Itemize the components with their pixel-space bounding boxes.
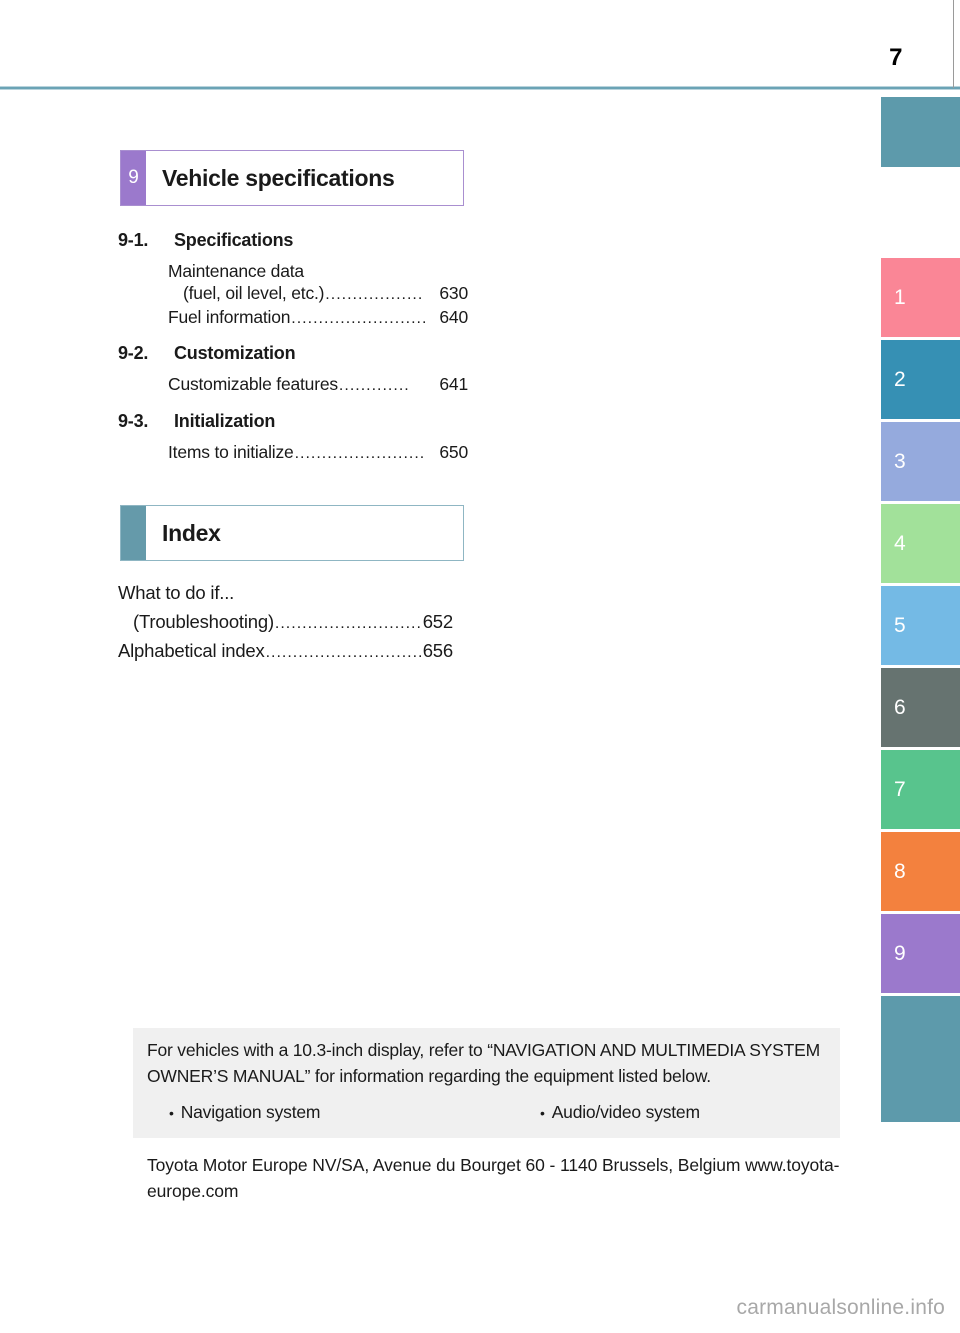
toc-section-heading[interactable]: 9-1. Specifications xyxy=(118,230,468,251)
toc-section-title: Specifications xyxy=(174,230,294,250)
entry-title: (Troubleshooting) xyxy=(133,611,274,632)
chapter-tab-7[interactable]: 7 xyxy=(881,750,960,829)
chapter-tab-6[interactable]: 6 xyxy=(881,668,960,747)
page-number: 7 xyxy=(889,44,902,71)
toc-entry[interactable]: Fuel information........................… xyxy=(168,306,468,329)
chapter-tab-label: 6 xyxy=(894,695,906,719)
table-of-contents: 9-1. Specifications Maintenance data (fuel,… xyxy=(118,230,468,464)
dot-leader: ......................... xyxy=(291,309,428,327)
index-entry[interactable]: Alphabetical index......................… xyxy=(118,640,453,662)
site-watermark: carmanualsonline.info xyxy=(736,1296,945,1319)
index-entry[interactable]: What to do if... xyxy=(118,582,453,604)
chapter-number-badge xyxy=(121,506,146,560)
dot-leader: ............. xyxy=(338,377,410,395)
toc-entry[interactable]: Customizable features............. 641 xyxy=(168,373,468,396)
chapter-tab-4[interactable]: 4 xyxy=(881,504,960,583)
chapter-tab-label: 1 xyxy=(894,285,906,309)
entry-page-number: 650 xyxy=(439,441,468,462)
chapter-tab-label: 2 xyxy=(894,367,906,391)
toc-entry[interactable]: (fuel, oil level, etc.).................… xyxy=(168,282,468,305)
index-entry-list: What to do if... (Troubleshooting).......… xyxy=(118,582,453,662)
entry-title: What to do if... xyxy=(118,582,235,603)
entry-title: Alphabetical index xyxy=(118,640,265,661)
toc-entry[interactable]: Items to initialize.....................… xyxy=(168,441,468,464)
dot-leader: .................................. xyxy=(265,644,423,661)
chapter-tab-5[interactable]: 5 xyxy=(881,586,960,665)
notice-item-label: Audio/video system xyxy=(551,1102,700,1123)
entry-title: Fuel information xyxy=(168,306,291,327)
dot-leader: ............................... xyxy=(274,615,423,632)
chapter-tab-1[interactable]: 1 xyxy=(881,258,960,337)
toc-entry-group: Items to initialize.....................… xyxy=(168,441,468,464)
chapter-tab-8[interactable]: 8 xyxy=(881,832,960,911)
chapter-title: Vehicle specifications xyxy=(162,164,395,191)
chapter-tab-label: 5 xyxy=(894,613,906,637)
chapter-tab-2[interactable]: 2 xyxy=(881,340,960,419)
toc-section-title: Customization xyxy=(174,343,296,364)
notice-item-list: • Navigation system • Audio/video system xyxy=(147,1100,826,1126)
notice-item-label: Navigation system xyxy=(180,1102,321,1123)
entry-page-number: 641 xyxy=(439,374,468,395)
chapter-tab-blank-11[interactable] xyxy=(881,1052,960,1122)
entry-page-number: 640 xyxy=(439,306,468,327)
chapter-tab-blank-0[interactable] xyxy=(881,97,960,167)
index-entry[interactable]: (Troubleshooting).......................… xyxy=(118,611,453,633)
chapter-tab-label: 4 xyxy=(894,531,906,555)
chapter-tab-label: 7 xyxy=(894,777,906,801)
chapter-tab-label: 8 xyxy=(894,859,906,883)
toc-entry-group: Maintenance data (fuel, oil level, etc.).… xyxy=(168,260,468,329)
notice-item: • Audio/video system xyxy=(534,1100,700,1126)
chapter-number-badge: 9 xyxy=(121,151,146,205)
entry-title: Customizable features xyxy=(168,374,338,395)
entry-page-number: 652 xyxy=(422,611,453,632)
entry-page-number: 656 xyxy=(422,640,453,661)
notice-item: • Navigation system xyxy=(147,1100,534,1126)
toc-section-number: 9-1. xyxy=(118,230,149,250)
chapter-tab-label: 3 xyxy=(894,449,906,473)
toc-section-number: 9-3. xyxy=(118,410,149,431)
dot-leader: .................. xyxy=(325,286,424,304)
entry-title: (fuel, oil level, etc.) xyxy=(183,283,325,304)
entry-title: Maintenance data xyxy=(168,261,304,281)
toc-entry[interactable]: Maintenance data xyxy=(168,260,468,282)
header-rule xyxy=(0,86,960,90)
toc-section-number: 9-2. xyxy=(118,343,149,364)
entry-title: Items to initialize xyxy=(168,441,294,462)
toc-entry-group: Customizable features............. 641 xyxy=(168,373,468,396)
bullet-icon: • xyxy=(169,1105,174,1122)
chapter-tab-label: 9 xyxy=(894,941,906,965)
chapter-tab-9[interactable]: 9 xyxy=(881,914,960,993)
dot-leader: ........................ xyxy=(294,444,426,462)
chapter-title: Index xyxy=(162,519,221,546)
page-edge-line xyxy=(953,0,954,88)
toc-section-heading[interactable]: 9-2. Customization xyxy=(118,343,468,364)
bullet-icon: • xyxy=(540,1105,545,1122)
chapter-tab-3[interactable]: 3 xyxy=(881,422,960,501)
chapter-header-vehicle-specifications: 9 Vehicle specifications xyxy=(120,150,464,206)
notice-box: For vehicles with a 10.3-inch display, r… xyxy=(133,1028,840,1139)
toc-section-heading[interactable]: 9-3. Initialization xyxy=(118,411,468,432)
notice-text: For vehicles with a 10.3-inch display, r… xyxy=(147,1040,820,1086)
toc-section-title: Initialization xyxy=(174,410,276,431)
manufacturer-address: Toyota Motor Europe NV/SA, Avenue du Bou… xyxy=(147,1155,840,1202)
chapter-header-index: Index xyxy=(120,505,464,561)
entry-page-number: 630 xyxy=(439,283,468,304)
